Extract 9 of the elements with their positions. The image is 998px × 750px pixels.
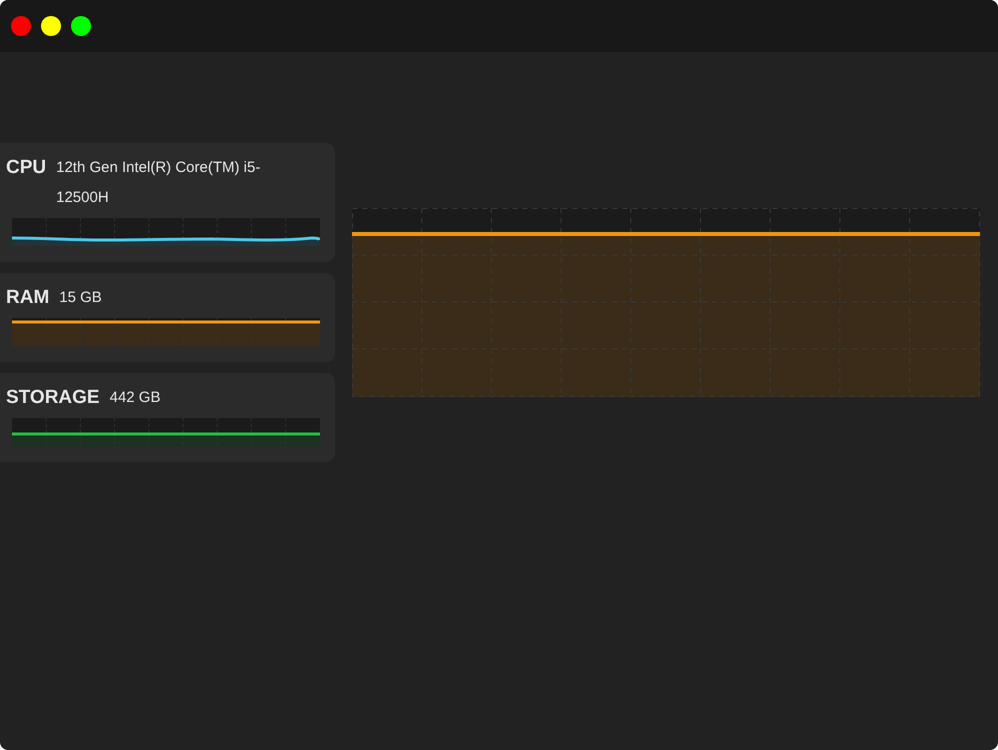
monitor-label: CPU [6,156,46,180]
monitor-value: 442 GB [110,388,160,408]
monitor-value: 15 GB [59,288,102,308]
close-icon[interactable] [11,16,31,36]
minimize-icon[interactable] [41,16,61,36]
maximize-icon[interactable] [71,16,91,36]
monitor-label: RAM [6,286,50,310]
monitor-label: STORAGE [6,386,100,410]
monitor-value: 12th Gen Intel(R) Core(TM) i5-12500H [56,158,262,208]
